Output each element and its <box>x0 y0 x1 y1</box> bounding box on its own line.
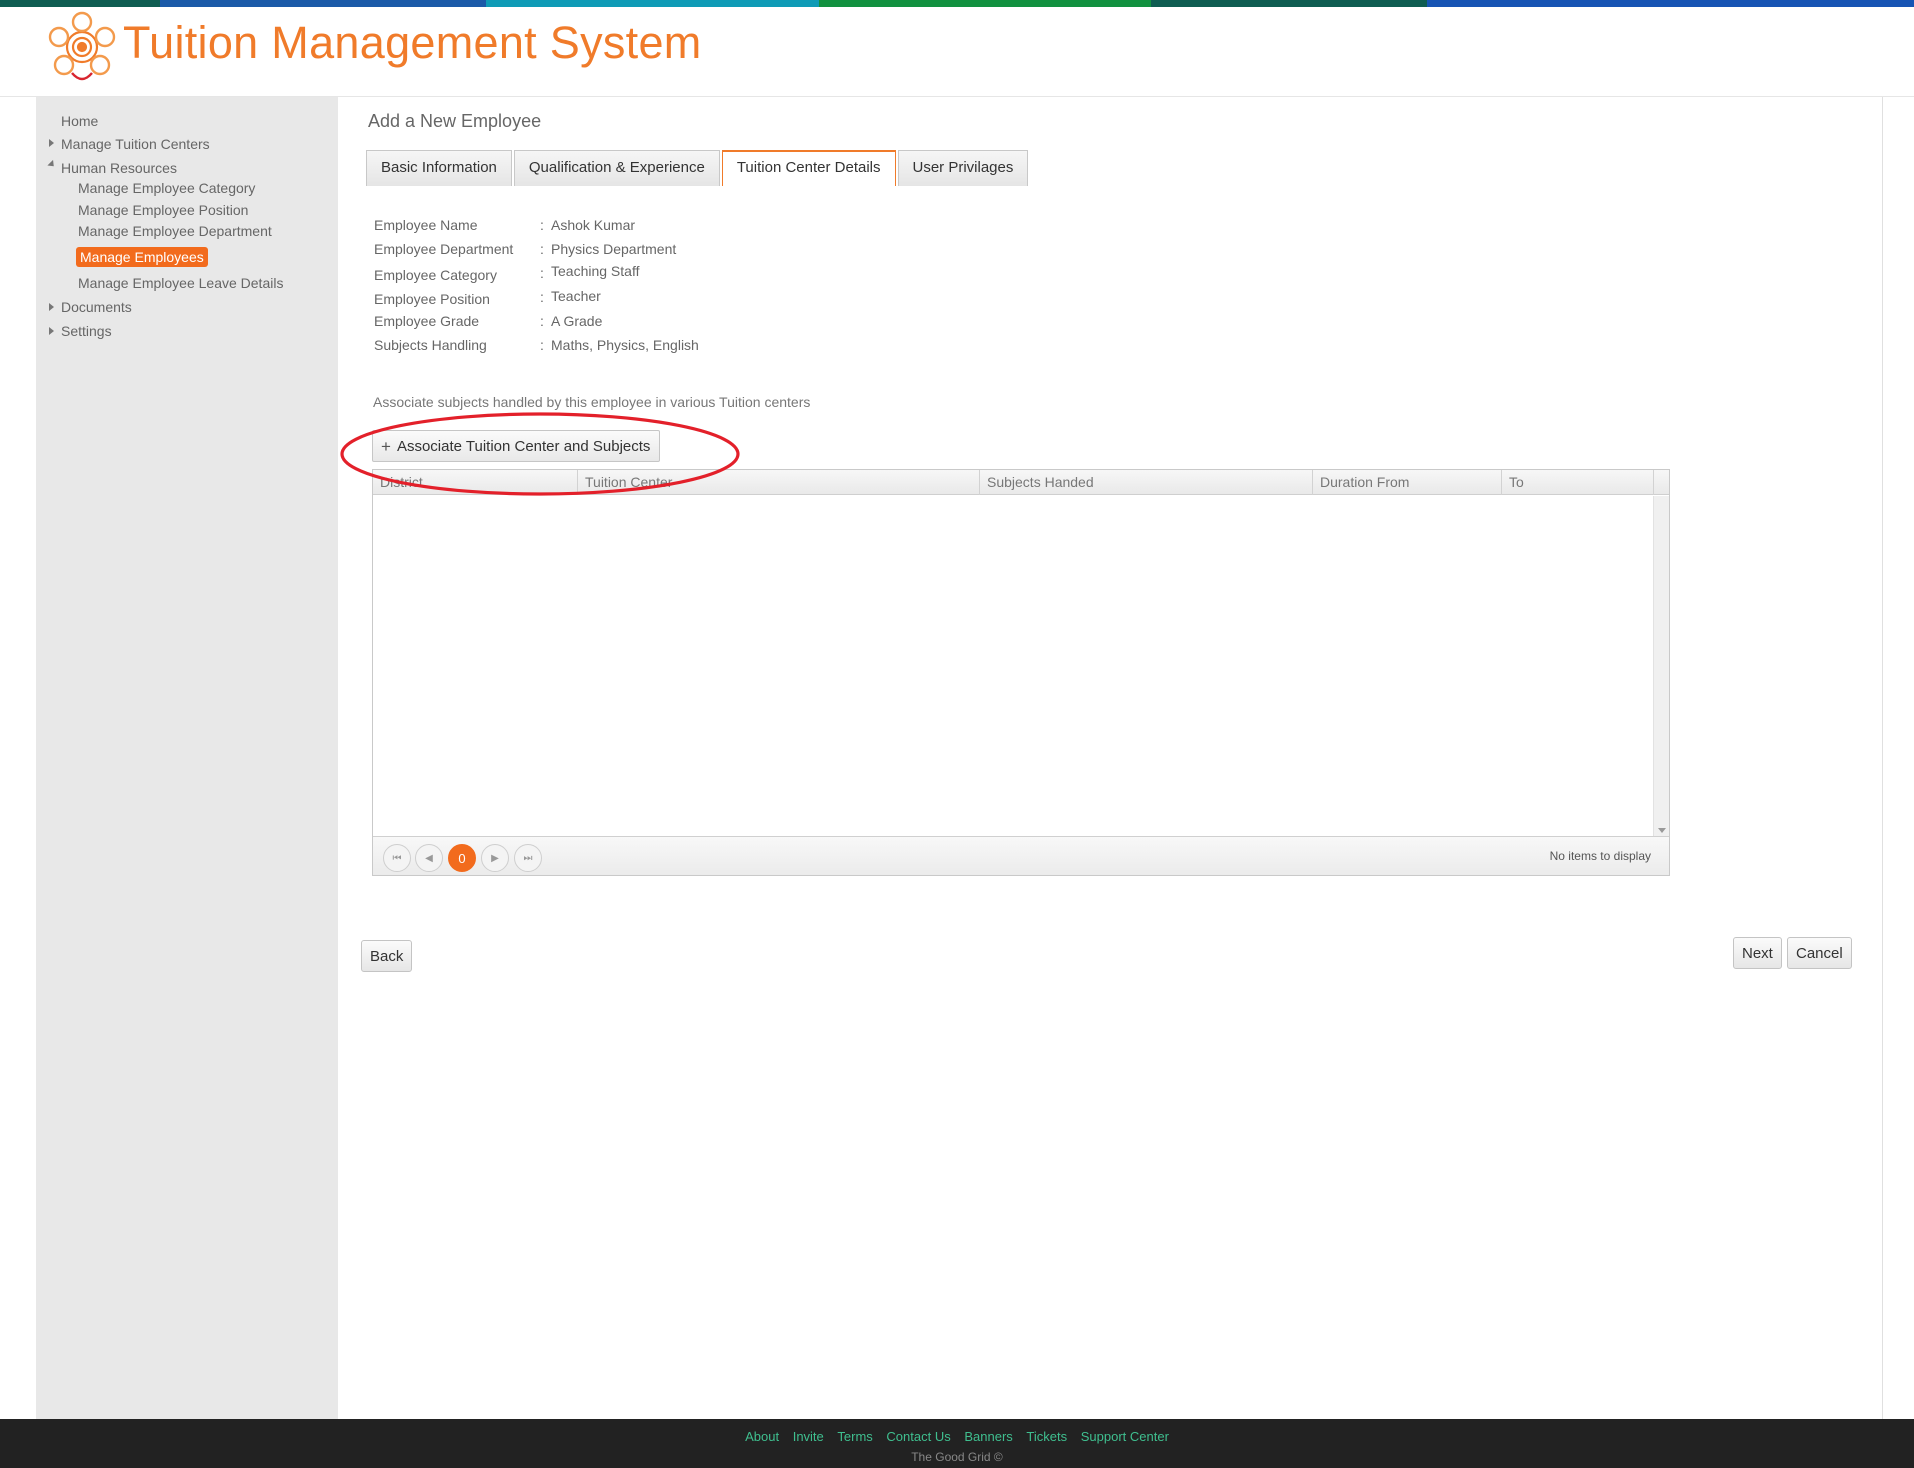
info-label: Employee Name <box>374 217 478 233</box>
top-color-strip <box>0 0 1914 7</box>
sidebar-item-manage-employee-leave-details[interactable]: Manage Employee Leave Details <box>78 275 283 291</box>
footer-links: About Invite Terms Contact Us Banners Ti… <box>0 1429 1914 1444</box>
info-value: Teaching Staff <box>551 263 640 279</box>
first-page-icon[interactable]: ⏮ <box>383 844 411 872</box>
sidebar-item-home[interactable]: Home <box>61 113 98 129</box>
info-value: Maths, Physics, English <box>551 337 699 353</box>
column-header-subjects-handed[interactable]: Subjects Handed <box>980 470 1313 495</box>
expand-arrow-icon[interactable] <box>49 327 54 335</box>
column-header-duration-from[interactable]: Duration From <box>1313 470 1502 495</box>
sidebar: Home Manage Tuition Centers Human Resour… <box>36 97 338 1419</box>
column-header-to[interactable]: To <box>1502 470 1654 495</box>
info-row-employee-grade: Employee Grade : A Grade <box>374 313 874 333</box>
info-value: Teacher <box>551 288 601 304</box>
footer-link-support-center[interactable]: Support Center <box>1081 1429 1169 1444</box>
info-colon: : <box>540 241 544 257</box>
next-button[interactable]: Next <box>1733 937 1782 969</box>
info-row-employee-position: Employee Position : Teacher <box>374 288 874 309</box>
associate-button-label: Associate Tuition Center and Subjects <box>396 437 651 455</box>
main-content: Add a New Employee Basic Information Qua… <box>338 97 1883 1419</box>
column-header-tuition-center[interactable]: Tuition Center <box>578 470 980 495</box>
tab-basic-information[interactable]: Basic Information <box>366 150 512 186</box>
next-page-icon[interactable]: ▶ <box>481 844 509 872</box>
tab-bar: Basic Information Qualification & Experi… <box>366 150 1030 186</box>
footer-link-tickets[interactable]: Tickets <box>1026 1429 1067 1444</box>
tab-qualification-experience[interactable]: Qualification & Experience <box>513 150 720 186</box>
info-colon: : <box>540 217 544 233</box>
sidebar-item-manage-employee-department[interactable]: Manage Employee Department <box>78 223 272 239</box>
info-label: Employee Category <box>374 267 497 283</box>
associate-note: Associate subjects handled by this emplo… <box>373 394 811 410</box>
info-row-employee-department: Employee Department : Physics Department <box>374 241 874 261</box>
info-label: Subjects Handling <box>374 337 487 353</box>
footer-link-invite[interactable]: Invite <box>793 1429 824 1444</box>
sidebar-item-manage-employee-category[interactable]: Manage Employee Category <box>78 180 255 196</box>
last-page-icon[interactable]: ⏭ <box>514 844 542 872</box>
scroll-down-arrow-icon[interactable] <box>1658 828 1666 833</box>
grid-pager: ⏮ ◀ 0 ▶ ⏭ No items to display <box>373 836 1669 875</box>
sidebar-item-manage-employees[interactable]: Manage Employees <box>76 247 208 267</box>
tuition-center-grid: District Tuition Center Subjects Handed … <box>372 469 1670 876</box>
tab-tuition-center-details[interactable]: Tuition Center Details <box>721 150 896 186</box>
expand-arrow-icon[interactable] <box>49 303 54 311</box>
back-button[interactable]: Back <box>361 940 413 972</box>
associate-tuition-center-button[interactable]: + Associate Tuition Center and Subjects <box>372 430 661 462</box>
info-row-employee-name: Employee Name : Ashok Kumar <box>374 217 874 237</box>
footer: About Invite Terms Contact Us Banners Ti… <box>0 1419 1914 1468</box>
footer-copyright: The Good Grid © <box>911 1450 1003 1464</box>
info-label: Employee Grade <box>374 313 480 329</box>
footer-link-terms[interactable]: Terms <box>837 1429 872 1444</box>
app-title: Tuition Management System <box>123 17 702 68</box>
current-page[interactable]: 0 <box>448 844 476 872</box>
flower-logo-icon <box>48 11 116 81</box>
pager-status: No items to display <box>1549 849 1651 863</box>
sidebar-item-settings[interactable]: Settings <box>61 323 112 339</box>
app-window: Tuition Management System Home Manage Tu… <box>0 0 1914 1468</box>
page-title: Add a New Employee <box>368 111 542 131</box>
info-label: Employee Department <box>374 241 514 257</box>
info-row-employee-category: Employee Category : Teaching Staff <box>374 263 874 285</box>
grid-body <box>373 496 1653 836</box>
sidebar-item-documents[interactable]: Documents <box>61 299 132 315</box>
info-colon: : <box>540 289 544 305</box>
info-colon: : <box>540 337 544 353</box>
info-row-subjects-handling: Subjects Handling : Maths, Physics, Engl… <box>374 337 874 357</box>
expand-arrow-icon[interactable] <box>49 139 54 147</box>
info-colon: : <box>540 313 544 329</box>
grid-header: District Tuition Center Subjects Handed … <box>373 470 1669 495</box>
prev-page-icon[interactable]: ◀ <box>415 844 443 872</box>
tab-user-privilages[interactable]: User Privilages <box>897 150 1029 186</box>
info-value: A Grade <box>551 313 603 329</box>
sidebar-item-human-resources[interactable]: Human Resources <box>61 160 177 176</box>
sidebar-item-manage-tuition-centers[interactable]: Manage Tuition Centers <box>61 136 210 152</box>
column-header-district[interactable]: District <box>373 470 578 495</box>
info-value: Physics Department <box>551 241 677 257</box>
collapse-arrow-icon[interactable] <box>47 159 57 170</box>
footer-link-about[interactable]: About <box>745 1429 779 1444</box>
plus-icon: + <box>381 436 391 456</box>
grid-scrollbar[interactable] <box>1653 496 1669 836</box>
info-value: Ashok Kumar <box>551 217 636 233</box>
info-colon: : <box>540 265 544 281</box>
footer-link-contact-us[interactable]: Contact Us <box>886 1429 950 1444</box>
footer-link-banners[interactable]: Banners <box>964 1429 1012 1444</box>
header: Tuition Management System <box>0 7 1914 97</box>
cancel-button[interactable]: Cancel <box>1787 937 1852 969</box>
sidebar-item-manage-employee-position[interactable]: Manage Employee Position <box>78 202 248 218</box>
info-label: Employee Position <box>374 291 490 307</box>
